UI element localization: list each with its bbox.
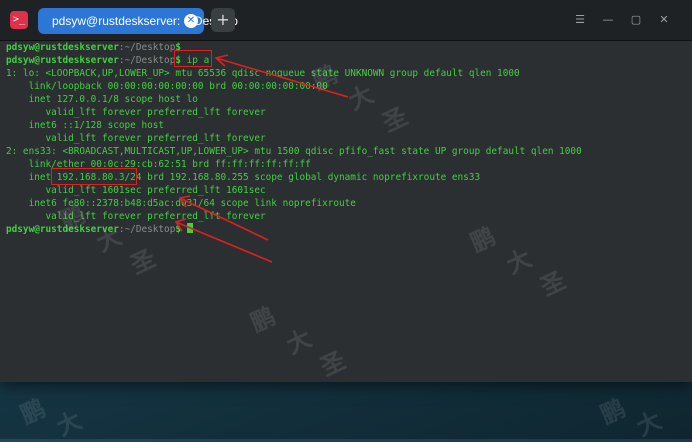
- watermark-glyph: 鹏: [596, 394, 630, 430]
- watermark-glyph: 大: [632, 406, 666, 442]
- arrow-to-ip-long: [175, 221, 273, 263]
- terminal-window: >_ pdsyw@rustdeskserver: ~/Desktop ✕ + ☰…: [0, 0, 692, 382]
- arrow-to-ip-short: [179, 197, 269, 241]
- annotation-arrows: [174, 54, 349, 263]
- watermark-glyph: 大: [52, 406, 86, 442]
- watermark-glyph: 鹏: [16, 394, 50, 430]
